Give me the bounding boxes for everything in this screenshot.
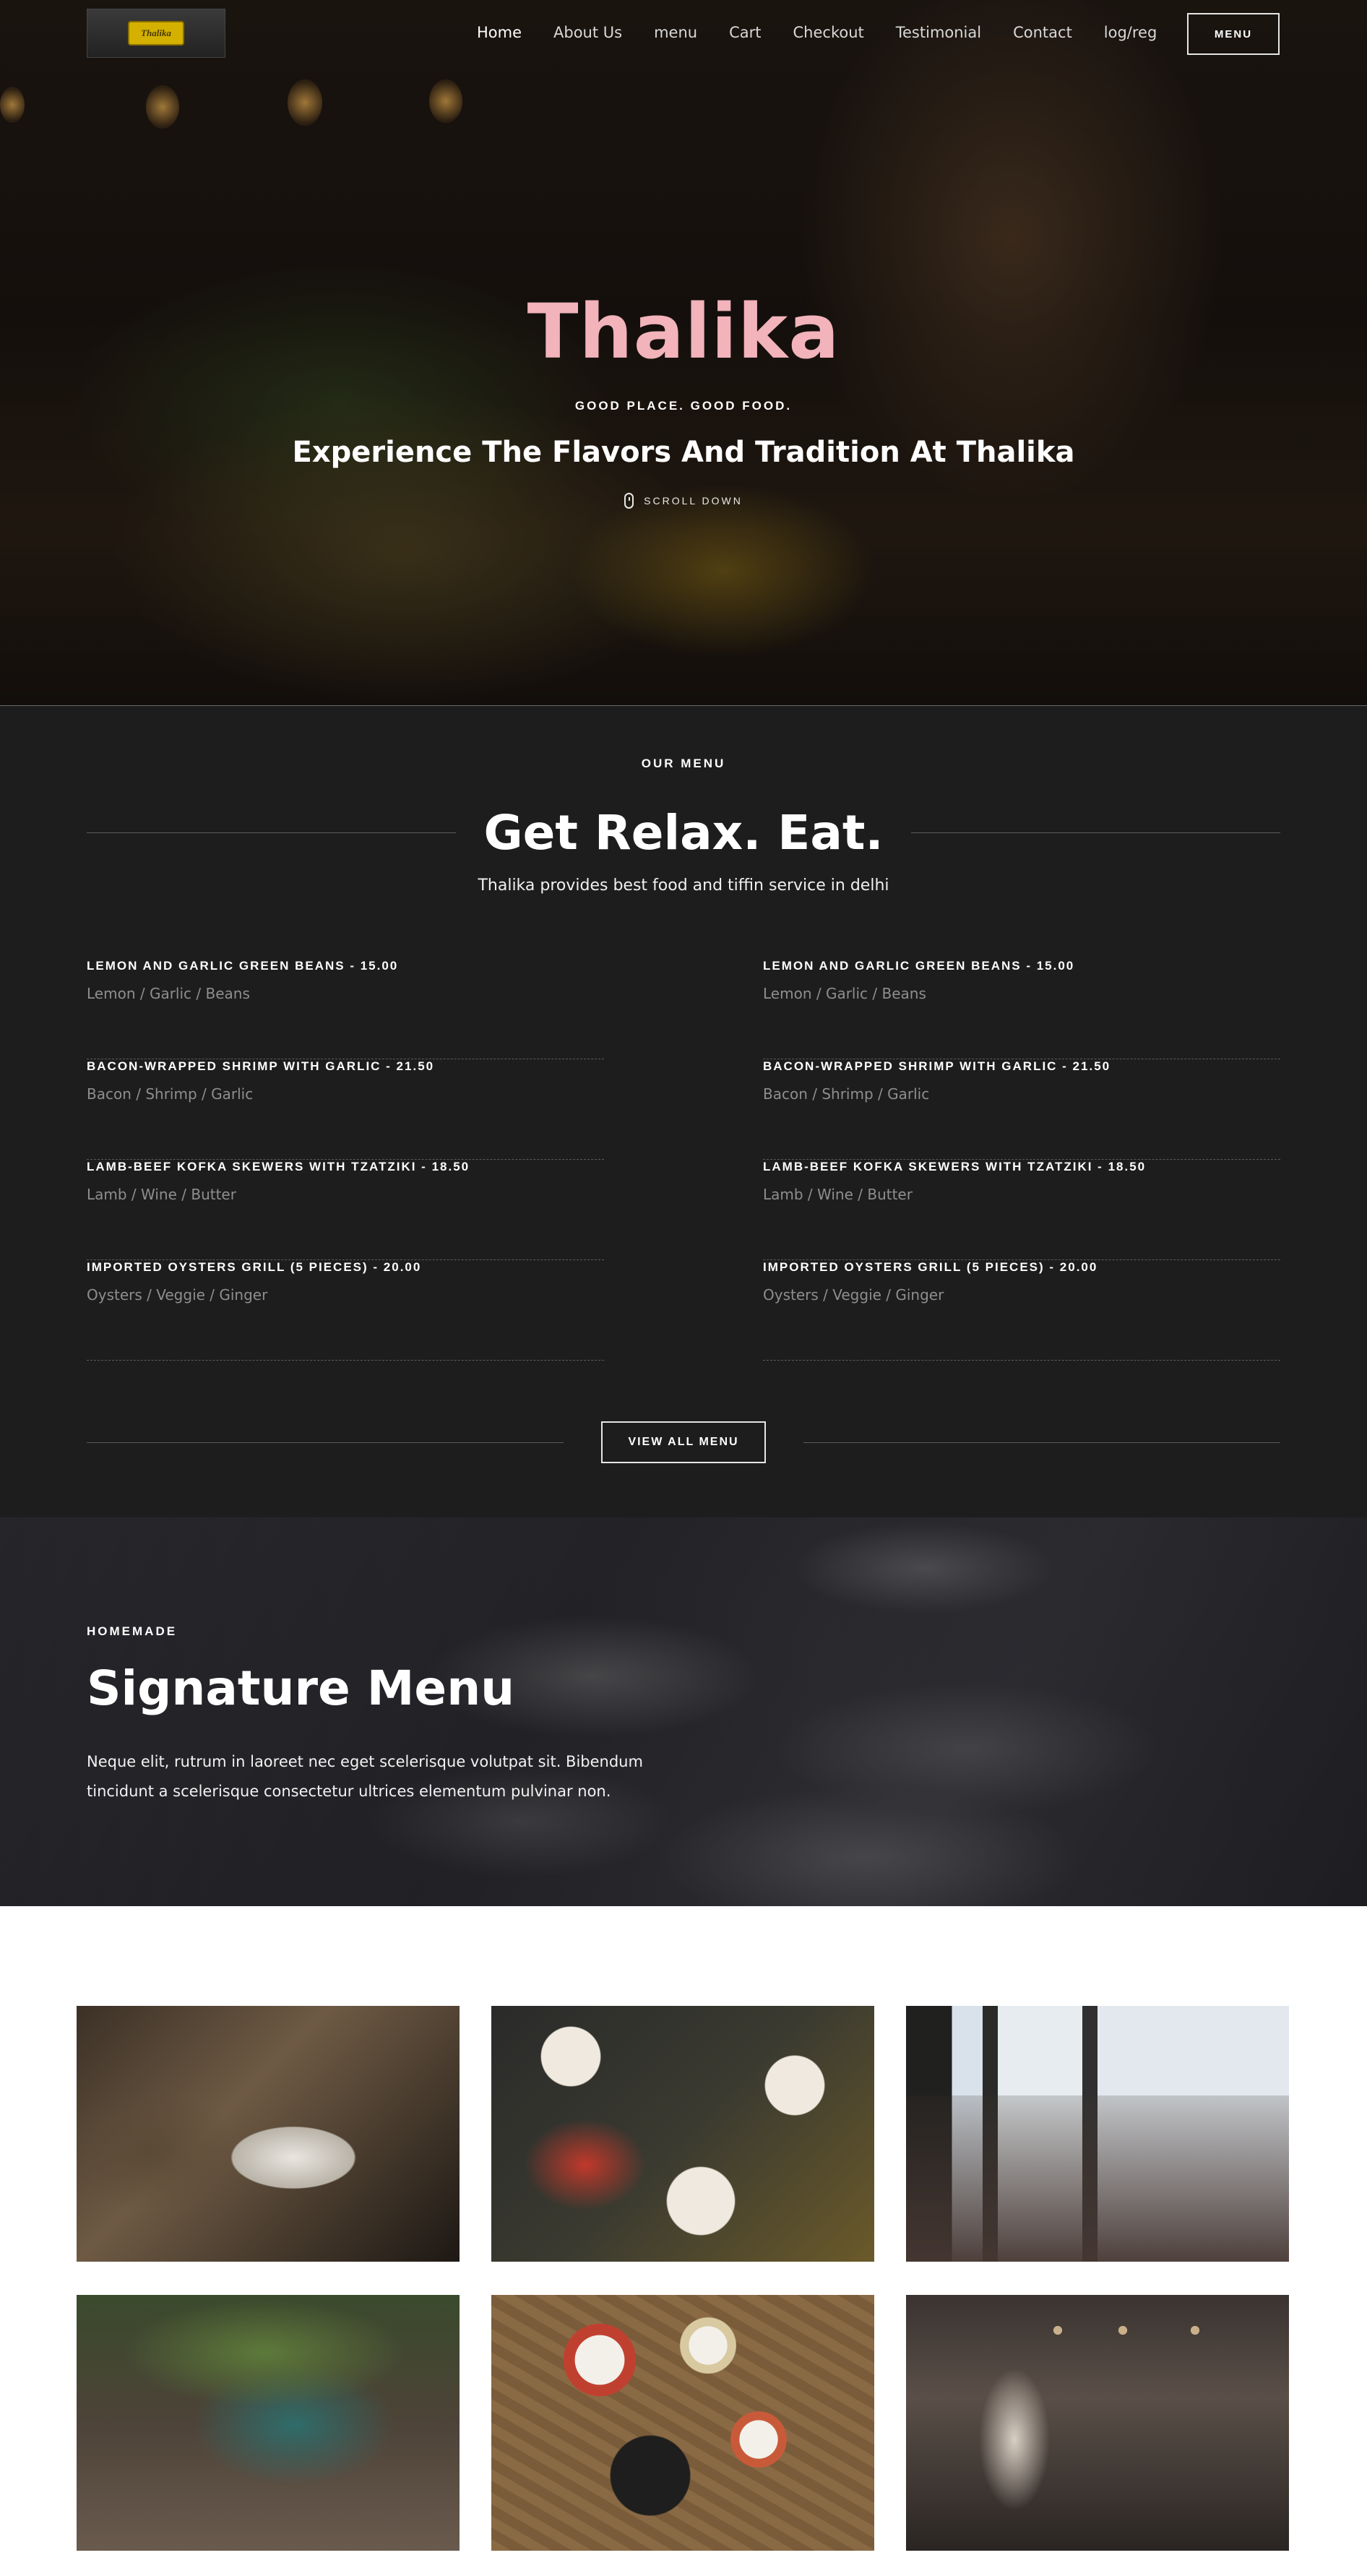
nav-checkout[interactable]: Checkout bbox=[793, 24, 864, 41]
nav-cart[interactable]: Cart bbox=[729, 24, 761, 41]
nav-login-register[interactable]: log/reg bbox=[1104, 24, 1157, 41]
menu-item-name: IMPORTED OYSTERS GRILL (5 PIECES) - 20.0… bbox=[87, 1260, 422, 1274]
menu-item-ingredients: Bacon / Shrimp / Garlic bbox=[763, 1085, 930, 1103]
menu-button[interactable]: MENU bbox=[1187, 13, 1280, 55]
menu-item[interactable]: LEMON AND GARLIC GREEN BEANS - 15.00 Lem… bbox=[87, 959, 604, 1059]
logo-text: Thalika bbox=[128, 21, 184, 46]
hero-section: Thalika Home About Us menu Cart Checkout… bbox=[0, 0, 1367, 706]
signature-text: Neque elit, rutrum in laoreet nec eget s… bbox=[87, 1753, 643, 1800]
menu-item-ingredients: Lamb / Wine / Butter bbox=[763, 1186, 913, 1203]
nav-about-us[interactable]: About Us bbox=[553, 24, 622, 41]
signature-menu-section: HOMEMADE Signature Menu Neque elit, rutr… bbox=[0, 1517, 1367, 1906]
signature-kicker: HOMEMADE bbox=[87, 1624, 178, 1638]
menu-item-name: BACON-WRAPPED SHRIMP WITH GARLIC - 21.50 bbox=[763, 1059, 1111, 1073]
menu-item-name: LEMON AND GARLIC GREEN BEANS - 15.00 bbox=[763, 959, 1075, 973]
photo-gallery bbox=[0, 1906, 1367, 2576]
view-rule-right bbox=[803, 1442, 1280, 1443]
gallery-photo-garden-restaurant[interactable] bbox=[77, 2295, 460, 2551]
menu-item[interactable]: BACON-WRAPPED SHRIMP WITH GARLIC - 21.50… bbox=[87, 1059, 604, 1160]
scroll-down-link[interactable]: SCROLL DOWN bbox=[0, 493, 1367, 509]
menu-item[interactable]: IMPORTED OYSTERS GRILL (5 PIECES) - 20.0… bbox=[87, 1260, 604, 1361]
menu-item-name: BACON-WRAPPED SHRIMP WITH GARLIC - 21.50 bbox=[87, 1059, 435, 1073]
hero-kicker: GOOD PLACE. GOOD FOOD. bbox=[574, 399, 793, 413]
menu-item[interactable]: LAMB-BEEF KOFKA SKEWERS WITH TZATZIKI - … bbox=[87, 1160, 604, 1260]
nav-contact[interactable]: Contact bbox=[1013, 24, 1072, 41]
menu-item[interactable]: LAMB-BEEF KOFKA SKEWERS WITH TZATZIKI - … bbox=[763, 1160, 1280, 1260]
menu-column-right: LEMON AND GARLIC GREEN BEANS - 15.00 Lem… bbox=[763, 959, 1280, 1361]
nav-home[interactable]: Home bbox=[477, 24, 522, 41]
menu-item[interactable]: IMPORTED OYSTERS GRILL (5 PIECES) - 20.0… bbox=[763, 1260, 1280, 1361]
menu-item-ingredients: Oysters / Veggie / Ginger bbox=[763, 1286, 944, 1304]
menu-column-left: LEMON AND GARLIC GREEN BEANS - 15.00 Lem… bbox=[87, 959, 604, 1361]
menu-section-title: Get Relax. Eat. bbox=[483, 804, 884, 861]
menu-section-heading: Get Relax. Eat. bbox=[87, 800, 1281, 865]
menu-item-ingredients: Lamb / Wine / Butter bbox=[87, 1186, 236, 1203]
menu-item-name: LAMB-BEEF KOFKA SKEWERS WITH TZATZIKI - … bbox=[763, 1160, 1147, 1173]
view-all-row: VIEW ALL MENU bbox=[87, 1421, 1280, 1463]
scroll-down-label: SCROLL DOWN bbox=[644, 495, 743, 507]
menu-item[interactable]: LEMON AND GARLIC GREEN BEANS - 15.00 Lem… bbox=[763, 959, 1280, 1059]
gallery-photo-dining-plate[interactable] bbox=[77, 2006, 460, 2262]
menu-item-name: LEMON AND GARLIC GREEN BEANS - 15.00 bbox=[87, 959, 399, 973]
signature-title: Signature Menu bbox=[87, 1660, 515, 1716]
heading-rule-right bbox=[910, 832, 1281, 833]
gallery-photo-friends-toast[interactable] bbox=[906, 2006, 1289, 2262]
mouse-icon bbox=[624, 493, 634, 509]
menu-section-description: Thalika provides best food and tiffin se… bbox=[478, 876, 889, 895]
gallery-photo-kitchen-chef[interactable] bbox=[906, 2295, 1289, 2551]
main-nav: Home About Us menu Cart Checkout Testimo… bbox=[477, 24, 1189, 41]
hero-subtitle: Experience The Flavors And Tradition At … bbox=[292, 436, 1075, 469]
gallery-photo-table-dishes[interactable] bbox=[491, 2295, 874, 2551]
view-rule-left bbox=[87, 1442, 564, 1443]
menu-section-kicker: OUR MENU bbox=[641, 757, 726, 770]
nav-testimonial[interactable]: Testimonial bbox=[896, 24, 981, 41]
hero-title: Thalika bbox=[527, 288, 840, 376]
menu-item-name: LAMB-BEEF KOFKA SKEWERS WITH TZATZIKI - … bbox=[87, 1160, 470, 1173]
nav-menu[interactable]: menu bbox=[654, 24, 697, 41]
site-logo[interactable]: Thalika bbox=[87, 9, 225, 58]
menu-item-ingredients: Lemon / Garlic / Beans bbox=[763, 985, 926, 1002]
menu-item-ingredients: Bacon / Shrimp / Garlic bbox=[87, 1085, 254, 1103]
menu-item[interactable]: BACON-WRAPPED SHRIMP WITH GARLIC - 21.50… bbox=[763, 1059, 1280, 1160]
gallery-photo-burgers-fries[interactable] bbox=[491, 2006, 874, 2262]
menu-section: OUR MENU Get Relax. Eat. Thalika provide… bbox=[0, 706, 1367, 1517]
view-all-menu-button[interactable]: VIEW ALL MENU bbox=[601, 1421, 766, 1463]
menu-item-ingredients: Oysters / Veggie / Ginger bbox=[87, 1286, 268, 1304]
heading-rule-left bbox=[87, 832, 457, 833]
menu-item-name: IMPORTED OYSTERS GRILL (5 PIECES) - 20.0… bbox=[763, 1260, 1098, 1274]
menu-item-ingredients: Lemon / Garlic / Beans bbox=[87, 985, 250, 1002]
